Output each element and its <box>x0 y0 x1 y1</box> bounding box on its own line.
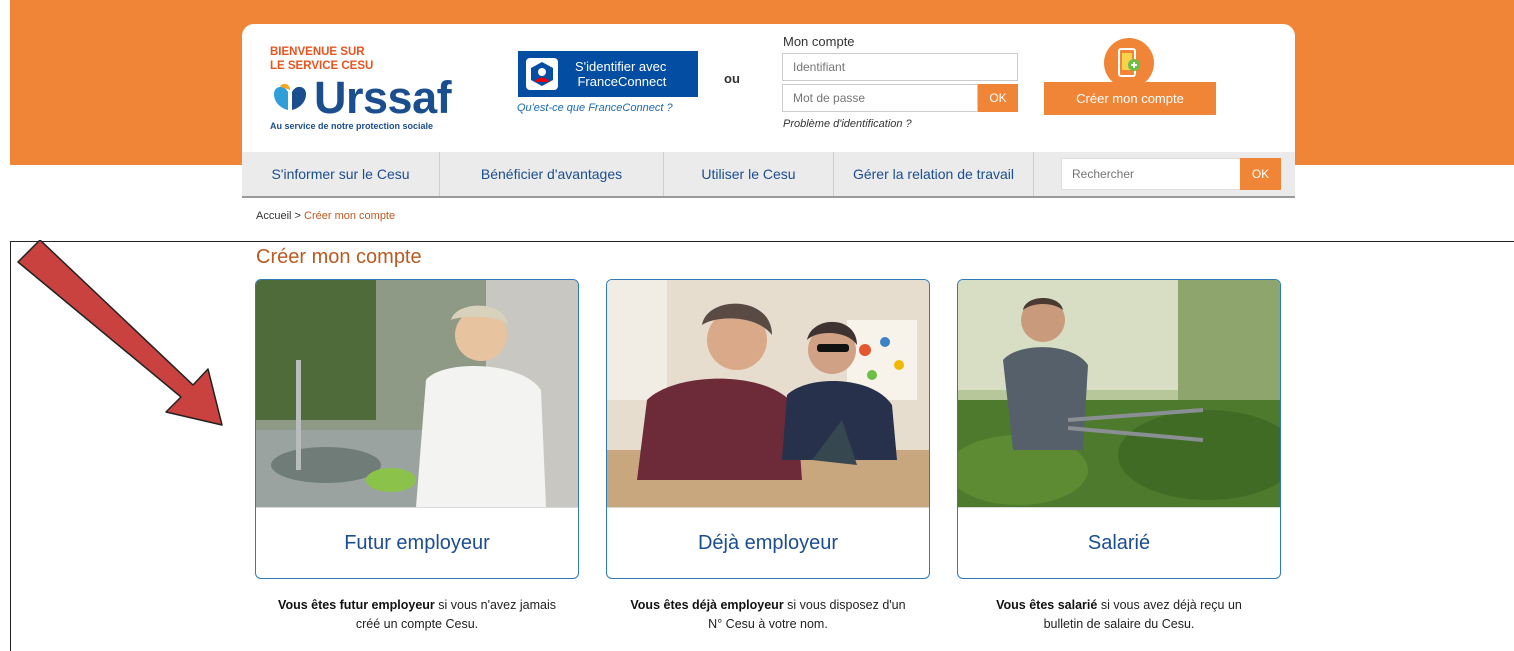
card-futur-employeur[interactable]: Futur employeur <box>255 279 579 579</box>
urssaf-tagline: Au service de notre protection sociale <box>270 121 434 131</box>
franceconnect-line-2: FranceConnect <box>577 74 667 89</box>
welcome-line-1: BIENVENUE SUR <box>270 46 365 58</box>
breadcrumb: Accueil > Créer mon compte <box>256 210 395 222</box>
card-description-line-2: bulletin de salaire du Cesu. <box>1043 617 1195 631</box>
card-description-deja-employeur: Vous êtes déjà employeur si vous dispose… <box>606 596 930 634</box>
welcome-line-2: LE SERVICE CESU <box>270 60 374 72</box>
card-deja-employeur[interactable]: Déjà employeur <box>606 279 930 579</box>
franceconnect-text: S'identifier avec FranceConnect <box>575 59 666 89</box>
franceconnect-button[interactable]: S'identifier avec FranceConnect <box>518 51 698 97</box>
or-separator: ou <box>724 71 740 86</box>
annotation-arrow-icon <box>17 240 223 426</box>
main-navigation: S'informer sur le Cesu Bénéficier d'avan… <box>242 152 1295 198</box>
card-description-futur-employeur: Vous êtes futur employeur si vous n'avez… <box>255 596 579 634</box>
nav-item-relation-travail[interactable]: Gérer la relation de travail <box>834 152 1034 196</box>
nav-item-informer[interactable]: S'informer sur le Cesu <box>242 152 440 196</box>
card-salarie[interactable]: Salarié <box>957 279 1281 579</box>
card-description-bold: Vous êtes déjà employeur <box>630 598 784 612</box>
card-label: Salarié <box>958 507 1280 578</box>
card-description-bold: Vous êtes salarié <box>996 598 1098 612</box>
breadcrumb-separator: > <box>291 210 305 222</box>
deja-employeur-photo <box>607 280 929 507</box>
card-description-text: si vous avez déjà reçu un <box>1097 598 1242 612</box>
welcome-text: BIENVENUE SUR LE SERVICE CESU <box>270 45 373 73</box>
identification-problem-link[interactable]: Problème d'identification ? <box>783 118 912 130</box>
card-description-bold: Vous êtes futur employeur <box>278 598 435 612</box>
urssaf-logo[interactable]: Urssaf <box>270 72 452 123</box>
card-label: Déjà employeur <box>607 507 929 578</box>
search-input[interactable] <box>1061 158 1241 190</box>
card-description-salarie: Vous êtes salarié si vous avez déjà reçu… <box>957 596 1281 634</box>
page-title: Créer mon compte <box>256 246 422 268</box>
breadcrumb-home-link[interactable]: Accueil <box>256 210 291 222</box>
franceconnect-info-link[interactable]: Qu'est-ce que FranceConnect ? <box>517 102 673 114</box>
create-account-button[interactable]: Créer mon compte <box>1044 82 1216 115</box>
franceconnect-line-1: S'identifier avec <box>575 59 667 74</box>
nav-item-utiliser[interactable]: Utiliser le Cesu <box>664 152 834 196</box>
card-label: Futur employeur <box>256 507 578 578</box>
franceconnect-hexagon-icon <box>531 62 553 86</box>
card-description-line-2: créé un compte Cesu. <box>355 617 479 631</box>
login-ok-button[interactable]: OK <box>978 84 1018 112</box>
identifier-input[interactable] <box>782 53 1018 81</box>
urssaf-logo-text: Urssaf <box>314 72 452 123</box>
salarie-photo <box>958 280 1280 507</box>
card-description-line-2: N° Cesu à votre nom. <box>708 617 828 631</box>
account-label: Mon compte <box>783 34 855 49</box>
phone-plus-icon <box>1118 48 1140 77</box>
futur-employeur-photo <box>256 280 578 507</box>
breadcrumb-current: Créer mon compte <box>304 210 396 222</box>
franceconnect-logo-icon <box>526 58 558 90</box>
card-description-text: si vous disposez d'un <box>783 598 906 612</box>
mobile-account-icon <box>1104 38 1154 88</box>
nav-item-avantages[interactable]: Bénéficier d'avantages <box>440 152 664 196</box>
password-input[interactable] <box>782 84 978 112</box>
card-description-text: si vous n'avez jamais <box>434 598 556 612</box>
urssaf-heart-icon <box>274 83 306 110</box>
search-ok-button[interactable]: OK <box>1240 158 1281 190</box>
